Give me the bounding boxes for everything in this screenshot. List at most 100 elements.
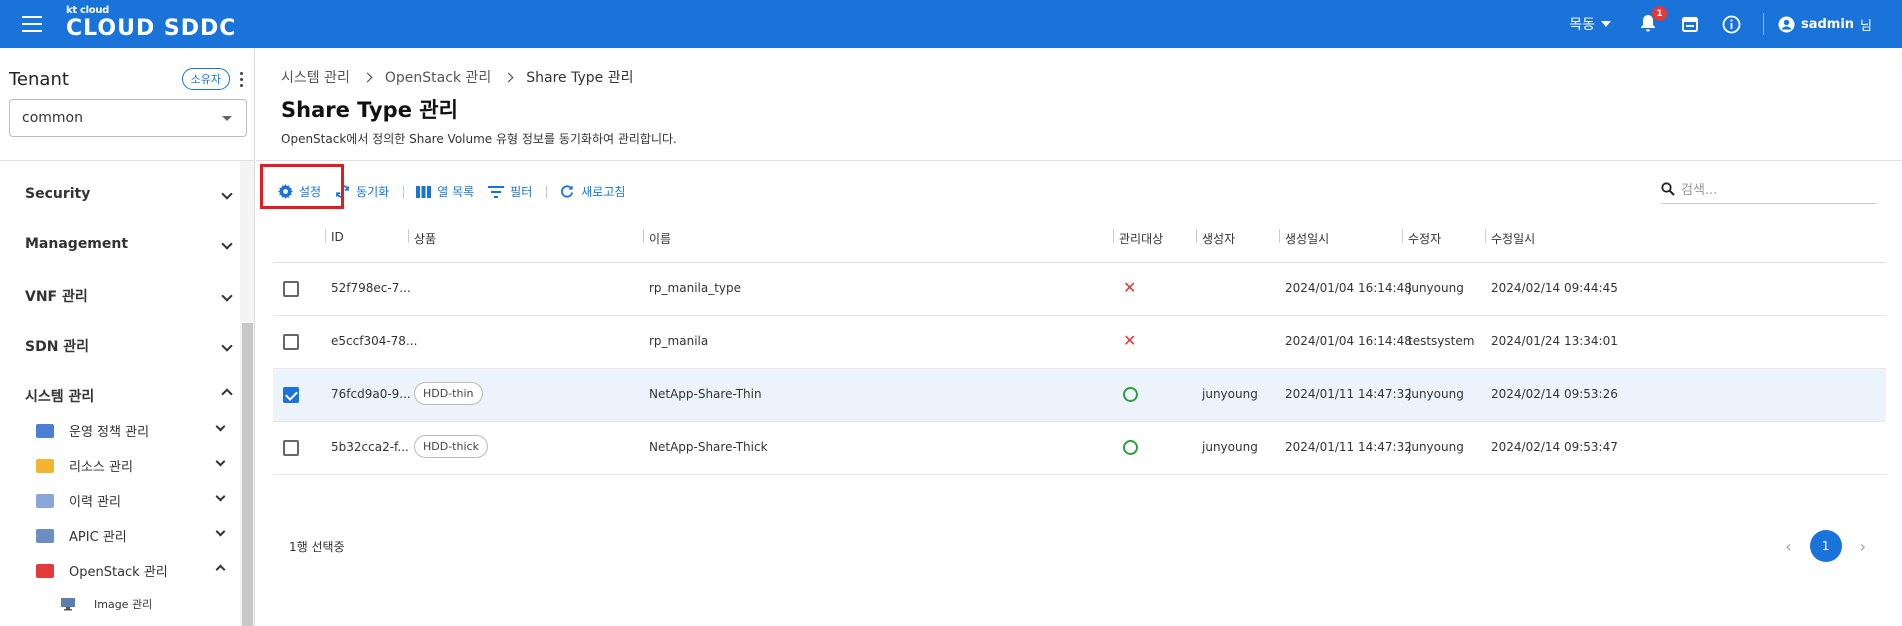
cell-created: 2024/01/04 16:14:48 <box>1285 334 1412 348</box>
cell-modifier: junyoung <box>1408 387 1464 401</box>
sidebar-subsub-item-image[interactable]: Image 관리 <box>60 596 152 612</box>
row-checkbox[interactable] <box>283 387 299 403</box>
info-icon[interactable] <box>1721 13 1743 35</box>
cell-name: NetApp-Share-Thin <box>649 387 762 401</box>
divider <box>546 184 548 199</box>
user-menu[interactable]: sadmin 님 <box>1778 15 1872 34</box>
close-icon: ✕ <box>1123 278 1137 297</box>
sidebar-sub-item-label: 리소스 관리 <box>69 460 133 475</box>
region-selector[interactable]: 목동 <box>1569 14 1611 34</box>
breadcrumb-item[interactable]: 시스템 관리 <box>281 67 350 87</box>
cell-modifier: junyoung <box>1408 440 1464 454</box>
user-name: sadmin <box>1800 16 1855 32</box>
chevron-down-icon <box>215 456 226 467</box>
chevron-down-icon <box>221 290 233 302</box>
product-chip: HDD-thick <box>414 435 488 458</box>
sidebar-subsub-item-label: Image 관리 <box>94 598 153 611</box>
column-divider <box>408 229 409 243</box>
sync-label: 동기화 <box>356 185 390 199</box>
refresh-label: 새로고침 <box>581 185 626 199</box>
row-checkbox[interactable] <box>283 281 299 297</box>
tenant-header: Tenant 소유자 <box>9 68 244 90</box>
column-header-created[interactable]: 생성일시 <box>1285 230 1329 247</box>
sidebar-sub-item-apic[interactable]: APIC 관리 <box>36 526 226 545</box>
cell-modified: 2024/02/14 09:53:26 <box>1491 387 1618 401</box>
sidebar: Tenant 소유자 common Security Management VN… <box>0 48 255 626</box>
sidebar-item-security[interactable]: Security <box>25 186 233 202</box>
calendar-icon[interactable] <box>1679 13 1701 35</box>
table-header: ID 상품 이름 관리대상 생성자 생성일시 수정자 수정일시 <box>273 213 1886 263</box>
column-divider <box>1485 229 1486 243</box>
logo-text: CLOUD SDDC <box>66 16 237 41</box>
cell-id: 76fcd9a0-9... <box>331 387 411 401</box>
search-input[interactable]: 검색... <box>1661 174 1876 204</box>
logo[interactable]: kt cloud CLOUD SDDC <box>66 6 236 42</box>
cell-id: 52f798ec-7... <box>331 281 411 295</box>
row-checkbox[interactable] <box>283 334 299 350</box>
table-row[interactable]: 76fcd9a0-9... HDD-thin NetApp-Share-Thin… <box>273 369 1886 422</box>
sidebar-item-vnf[interactable]: VNF 관리 <box>25 286 233 306</box>
row-checkbox[interactable] <box>283 440 299 456</box>
close-icon: ✕ <box>1123 331 1137 350</box>
sidebar-sub-item-openstack[interactable]: OpenStack 관리 <box>36 561 226 580</box>
view-column-icon <box>416 185 432 198</box>
columns-button[interactable]: 열 목록 <box>416 183 474 200</box>
chevron-left-icon[interactable]: ‹ <box>1785 537 1791 556</box>
cell-creator: junyoung <box>1202 387 1258 401</box>
menu-icon[interactable] <box>22 16 42 32</box>
page-button[interactable]: 1 <box>1809 530 1842 562</box>
sidebar-item-sdn[interactable]: SDN 관리 <box>25 336 233 356</box>
table-row[interactable]: e5ccf304-78... rp_manila ✕ 2024/01/04 16… <box>273 316 1886 369</box>
sidebar-item-label: 시스템 관리 <box>25 389 95 405</box>
cell-created: 2024/01/11 14:47:32 <box>1285 440 1412 454</box>
column-header-id[interactable]: ID <box>331 230 344 244</box>
divider <box>0 160 254 161</box>
user-suffix: 님 <box>1860 18 1872 34</box>
sidebar-sub-item-history[interactable]: 이력 관리 <box>36 491 226 510</box>
notification-icon[interactable]: 1 <box>1637 6 1667 35</box>
cell-modified: 2024/02/14 09:53:47 <box>1491 440 1618 454</box>
top-app-bar: kt cloud CLOUD SDDC 목동 1 sadmin 님 <box>0 0 1902 48</box>
cell-id: 5b32cca2-f... <box>331 440 409 454</box>
sidebar-item-label: Management <box>25 236 129 252</box>
column-header-modified[interactable]: 수정일시 <box>1491 230 1535 247</box>
image-icon <box>61 598 75 611</box>
chevron-down-icon <box>221 238 233 250</box>
cell-name: rp_manila_type <box>649 281 742 295</box>
column-divider <box>1279 229 1280 243</box>
filter-button[interactable]: 필터 <box>488 183 532 200</box>
history-icon <box>36 493 54 508</box>
column-divider <box>1402 229 1403 243</box>
chevron-up-icon <box>221 388 233 400</box>
check-circle-icon <box>1123 440 1138 455</box>
chevron-right-icon[interactable]: › <box>1860 537 1866 556</box>
main-content: 시스템 관리 OpenStack 관리 Share Type 관리 Share … <box>256 48 1902 626</box>
sidebar-sub-item-label: 운영 정책 관리 <box>69 425 150 440</box>
column-header-managed[interactable]: 관리대상 <box>1119 230 1163 247</box>
column-header-product[interactable]: 상품 <box>414 230 436 247</box>
refresh-button[interactable]: 새로고침 <box>559 183 625 200</box>
chevron-down-icon <box>222 116 232 121</box>
owner-chip[interactable]: 소유자 <box>181 68 230 90</box>
sidebar-sub-item-resource[interactable]: 리소스 관리 <box>36 456 226 475</box>
cell-modifier: junyoung <box>1408 281 1464 295</box>
breadcrumb-current: Share Type 관리 <box>526 70 634 86</box>
sidebar-item-system[interactable]: 시스템 관리 <box>25 386 233 406</box>
sidebar-scrollbar-thumb[interactable] <box>242 323 253 626</box>
tenant-select[interactable]: common <box>9 99 247 137</box>
table-row[interactable]: 52f798ec-7... rp_manila_type ✕ 2024/01/0… <box>273 263 1886 316</box>
cell-created: 2024/01/04 16:14:48 <box>1285 281 1412 295</box>
sidebar-sub-item-label: OpenStack 관리 <box>69 565 168 580</box>
column-header-modifier[interactable]: 수정자 <box>1408 230 1441 247</box>
table-row[interactable]: 5b32cca2-f... HDD-thick NetApp-Share-Thi… <box>273 422 1886 475</box>
column-header-creator[interactable]: 생성자 <box>1202 230 1235 247</box>
sidebar-sub-item-policy[interactable]: 운영 정책 관리 <box>36 421 226 440</box>
tenant-select-value: common <box>22 110 83 126</box>
check-circle-icon <box>1123 387 1138 402</box>
more-vert-icon[interactable] <box>240 71 244 87</box>
breadcrumb-item[interactable]: OpenStack 관리 <box>385 67 491 87</box>
sidebar-item-management[interactable]: Management <box>25 236 233 252</box>
chevron-right-icon <box>503 72 514 82</box>
column-header-name[interactable]: 이름 <box>649 230 671 247</box>
search-placeholder: 검색... <box>1681 183 1718 198</box>
